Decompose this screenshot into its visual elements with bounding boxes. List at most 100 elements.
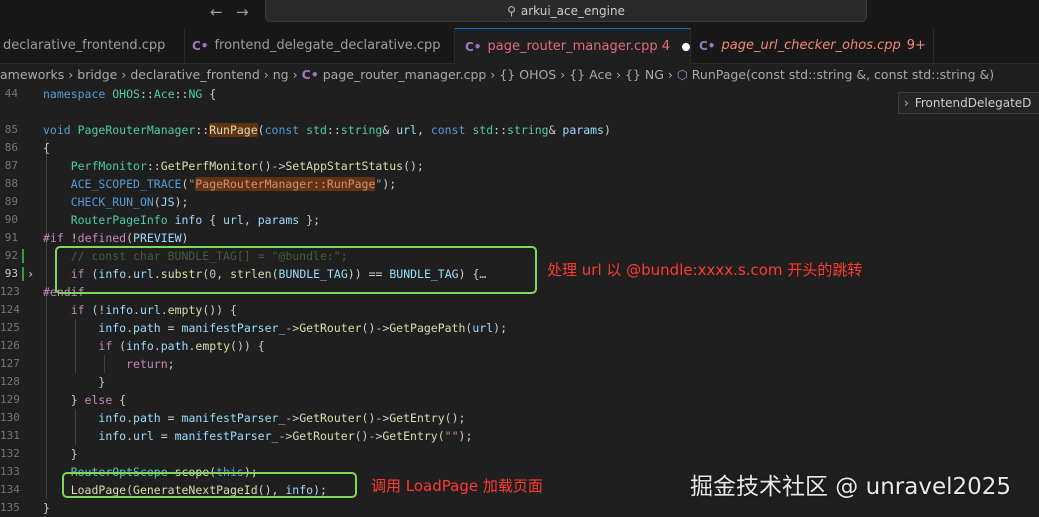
- peek-widget[interactable]: › FrontendDelegateD: [898, 92, 1039, 114]
- code-line[interactable]: 88 ACE_SCOPED_TRACE("PageRouterManager::…: [0, 175, 1039, 193]
- code-line[interactable]: 126 if (info.path.empty()) {: [0, 337, 1039, 355]
- code-token: info: [105, 303, 134, 317]
- code-line[interactable]: 85 void PageRouterManager::RunPage(const …: [0, 121, 1039, 139]
- code-token: string: [340, 123, 383, 137]
- code-token: (: [153, 195, 161, 209]
- code-token: ()->: [361, 321, 390, 335]
- code-line[interactable]: 128 }: [0, 373, 1039, 391]
- breadcrumb-item[interactable]: ng: [273, 67, 289, 82]
- code-text: if (info.path.empty()) {: [43, 337, 265, 355]
- code-token: ;: [167, 357, 175, 371]
- breadcrumb-item[interactable]: Ace: [589, 67, 612, 82]
- code-line[interactable]: 131 info.url = manifestParser_->GetRoute…: [0, 427, 1039, 445]
- code-token: defined: [77, 231, 127, 245]
- line-number: 44: [4, 87, 18, 100]
- line-number: 128: [0, 375, 20, 388]
- tab-frontend-delegate-declarative[interactable]: C• frontend_delegate_declarative.cpp: [185, 28, 455, 63]
- code-token: ()) {: [230, 339, 265, 353]
- code-token: .: [133, 303, 140, 317]
- breadcrumb-item[interactable]: NG: [645, 67, 664, 82]
- breadcrumb-item[interactable]: ameworks: [0, 67, 64, 82]
- line-number: 133: [0, 465, 20, 478]
- code-token: ,: [243, 213, 258, 227]
- line-number: 92: [4, 249, 18, 262]
- code-line[interactable]: 127 return;: [0, 355, 1039, 373]
- code-token: .: [126, 411, 134, 425]
- code-token: const: [264, 123, 307, 137]
- code-token: OHOS: [112, 87, 140, 101]
- cpp-file-icon: C•: [301, 66, 319, 82]
- code-line[interactable]: 87 PerfMonitor::GetPerfMonitor()->SetApp…: [0, 157, 1039, 175]
- command-center-search[interactable]: ⚲ arkui_ace_engine: [265, 0, 867, 22]
- loadpage-annotation-box: [62, 472, 357, 498]
- back-arrow-icon[interactable]: ←: [210, 3, 223, 21]
- code-token: GetRouter: [299, 411, 362, 425]
- code-token: info: [98, 321, 127, 335]
- line-number: 126: [0, 339, 20, 352]
- code-line[interactable]: 86 {: [0, 139, 1039, 157]
- code-line[interactable]: 135}: [0, 499, 1039, 517]
- code-line[interactable]: 125 info.path = manifestParser_->GetRout…: [0, 319, 1039, 337]
- code-token: );: [493, 321, 507, 335]
- line-number: 124: [0, 303, 20, 316]
- code-line[interactable]: 130 info.path = manifestParser_->GetRout…: [0, 409, 1039, 427]
- breadcrumb-item[interactable]: OHOS: [519, 67, 556, 82]
- code-token: ();: [403, 159, 424, 173]
- code-text: }: [43, 499, 50, 517]
- tab-label: page_router_manager.cpp 4: [487, 39, 671, 54]
- peek-widget-label: FrontendDelegateD: [914, 96, 1032, 110]
- code-token: ::: [139, 87, 154, 101]
- line-number: 132: [0, 447, 20, 460]
- code-token: ACE_SCOPED_TRACE: [70, 177, 182, 191]
- code-token: ::: [493, 123, 508, 137]
- code-token: .: [160, 303, 168, 317]
- code-token: PageRouterManager::RunPage: [195, 177, 376, 191]
- code-token: );: [382, 177, 397, 191]
- tab-page-url-checker-ohos[interactable]: C• page_url_checker_ohos.cpp 9+: [691, 28, 934, 63]
- code-token: else: [84, 393, 113, 407]
- code-token: if: [70, 303, 85, 317]
- breadcrumb-item[interactable]: page_router_manager.cpp: [323, 67, 487, 82]
- code-token: GetRouter: [292, 429, 355, 443]
- code-token: (: [126, 231, 134, 245]
- fold-chevron-icon[interactable]: ›: [27, 265, 34, 283]
- code-token: params: [562, 123, 604, 137]
- code-line[interactable]: 90 RouterPageInfo info { url, params };: [0, 211, 1039, 229]
- code-token: {: [202, 213, 224, 227]
- code-token: path: [133, 411, 161, 425]
- code-line[interactable]: 129 } else {: [0, 391, 1039, 409]
- code-line[interactable]: 89 CHECK_RUN_ON(JS);: [0, 193, 1039, 211]
- line-number: 125: [0, 321, 20, 334]
- forward-arrow-icon[interactable]: →: [236, 3, 249, 21]
- breadcrumb-item[interactable]: declarative_frontend: [130, 67, 259, 82]
- git-change-marker[interactable]: [22, 249, 24, 263]
- unsaved-dot-icon[interactable]: [682, 42, 690, 51]
- tab-declarative-frontend[interactable]: declarative_frontend.cpp: [0, 28, 185, 63]
- code-token: ): [603, 123, 611, 137]
- code-text: void PageRouterManager::RunPage(const st…: [43, 121, 611, 139]
- code-token: GetPagePath: [389, 321, 466, 335]
- code-token: .: [126, 321, 134, 335]
- tab-page-router-manager[interactable]: C• page_router_manager.cpp 4: [455, 28, 691, 64]
- git-change-marker[interactable]: [22, 267, 24, 281]
- code-line[interactable]: 132 }: [0, 445, 1039, 463]
- code-line[interactable]: 124 if (!info.url.empty()) {: [0, 301, 1039, 319]
- line-number: 93: [4, 267, 18, 280]
- code-text: {: [43, 139, 50, 157]
- tab-label: frontend_delegate_declarative.cpp: [214, 38, 441, 53]
- code-token: &: [382, 123, 397, 137]
- code-line[interactable]: 91 #if !defined(PREVIEW): [0, 229, 1039, 247]
- code-line[interactable]: [0, 103, 1039, 121]
- code-token: ::: [174, 87, 189, 101]
- line-number: 135: [0, 501, 20, 514]
- code-line[interactable]: 44 namespace OHOS::Ace::NG {: [0, 85, 1039, 103]
- code-text: #if !defined(PREVIEW): [43, 229, 188, 247]
- breadcrumb-item[interactable]: bridge: [77, 67, 117, 82]
- code-token: ()->: [354, 429, 383, 443]
- code-token: GetEntry: [389, 411, 445, 425]
- code-editor[interactable]: 44 namespace OHOS::Ace::NG {85 void PageRo…: [0, 85, 1039, 517]
- line-number: 89: [4, 195, 18, 208]
- breadcrumb-item[interactable]: RunPage(const std::string &, const std::…: [692, 67, 994, 82]
- code-token: if: [98, 339, 113, 353]
